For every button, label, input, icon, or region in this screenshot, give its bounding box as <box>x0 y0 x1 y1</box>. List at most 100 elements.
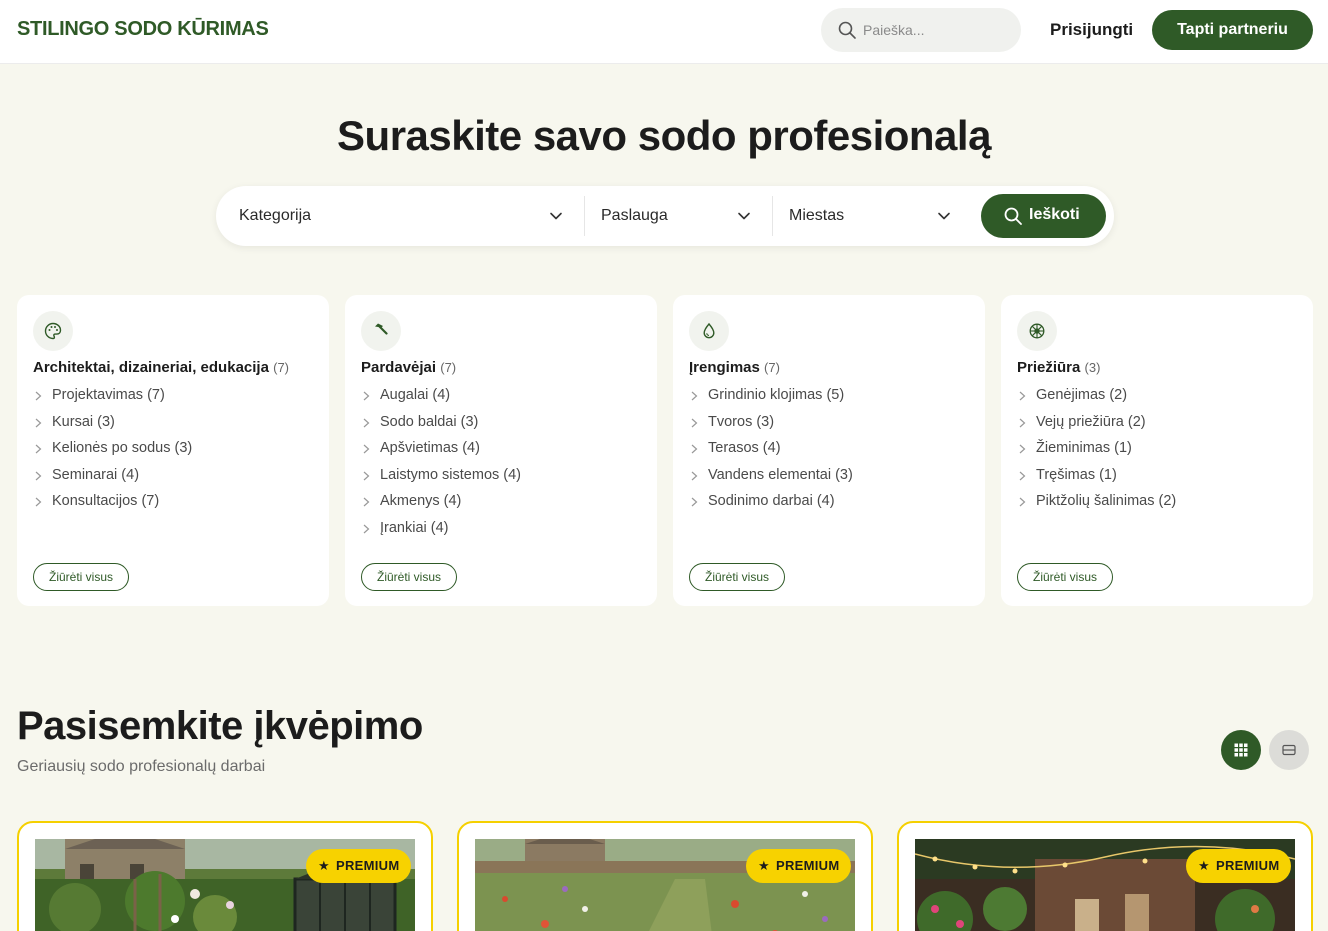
hammer-icon <box>375 323 388 335</box>
subcategory-list: Augalai (4) Sodo baldai (3) Apšvietimas … <box>361 387 521 546</box>
subcategory-label: Genėjimas (2) <box>1036 387 1128 403</box>
category-title-text: Pardavėjai <box>361 359 437 376</box>
chevron-right-icon <box>35 444 42 454</box>
subcategory-label: Kelionės po sodus (3) <box>52 440 193 456</box>
chevron-right-icon <box>1019 418 1026 427</box>
subcategory-item[interactable]: Sodo baldai (3) <box>361 414 521 441</box>
subcategory-label: Grindinio klojimas (5) <box>708 387 845 403</box>
subcategory-label: Konsultacijos (7) <box>52 493 160 509</box>
service-select[interactable]: Paslauga <box>601 196 761 236</box>
chevron-right-icon <box>1019 497 1026 507</box>
chevron-down-icon <box>938 212 950 220</box>
chevron-right-icon <box>691 391 698 401</box>
category-icon-wrap <box>1017 311 1057 351</box>
subcategory-item[interactable]: Genėjimas (2) <box>1017 387 1176 414</box>
category-title[interactable]: Įrengimas (7) <box>689 359 780 376</box>
subcategory-label: Įrankiai (4) <box>380 519 449 536</box>
header-search[interactable] <box>821 8 1021 52</box>
subcategory-label: Laistymo sistemos (4) <box>380 466 522 483</box>
city-select[interactable]: Miestas <box>789 196 959 236</box>
category-title[interactable]: Pardavėjai (7) <box>361 359 456 376</box>
filter-divider <box>584 196 585 236</box>
category-card: Įrengimas (7) Grindinio klojimas (5) Tvo… <box>673 295 985 606</box>
search-button[interactable]: Ieškoti <box>981 194 1106 238</box>
subcategory-label: Apšvietimas (4) <box>380 440 480 456</box>
flower-icon <box>1029 323 1045 339</box>
subcategory-item[interactable]: Vejų priežiūra (2) <box>1017 414 1176 441</box>
subcategory-item[interactable]: Įrankiai (4) <box>361 520 521 547</box>
project-card[interactable]: ★ PREMIUM <box>457 821 873 931</box>
inspiration-title: Pasisemkite įkvėpimo <box>17 704 423 748</box>
subcategory-item[interactable]: Tvoros (3) <box>689 414 853 441</box>
category-select[interactable]: Kategorija <box>239 196 569 236</box>
become-partner-button[interactable]: Tapti partneriu <box>1152 10 1313 50</box>
category-icon-wrap <box>33 311 73 351</box>
subcategory-item[interactable]: Grindinio klojimas (5) <box>689 387 853 414</box>
chevron-right-icon <box>363 497 370 507</box>
subcategory-item[interactable]: Augalai (4) <box>361 387 521 414</box>
subcategory-item[interactable]: Konsultacijos (7) <box>33 493 192 520</box>
subcategory-item[interactable]: Apšvietimas (4) <box>361 440 521 467</box>
category-count: (7) <box>764 360 780 375</box>
premium-badge: ★ PREMIUM <box>746 849 852 883</box>
project-card[interactable]: ★ PREMIUM <box>897 821 1313 931</box>
subcategory-item[interactable]: Terasos (4) <box>689 440 853 467</box>
category-icon-wrap <box>689 311 729 351</box>
subcategory-label: Seminarai (4) <box>52 466 140 483</box>
category-card: Priežiūra (3) Genėjimas (2) Vejų priežiū… <box>1001 295 1313 606</box>
login-link[interactable]: Prisijungti <box>1050 20 1133 40</box>
subcategory-item[interactable]: Kursai (3) <box>33 414 192 441</box>
grid-view-button[interactable] <box>1221 730 1261 770</box>
chevron-right-icon <box>363 391 370 401</box>
top-header: STILINGO SODO KŪRIMAS Prisijungti Tapti … <box>0 0 1328 64</box>
chevron-right-icon <box>35 391 42 401</box>
subcategory-item[interactable]: Laistymo sistemos (4) <box>361 467 521 494</box>
subcategory-item[interactable]: Kelionės po sodus (3) <box>33 440 192 467</box>
subcategory-item[interactable]: Sodinimo darbai (4) <box>689 493 853 520</box>
project-card[interactable]: ★ PREMIUM <box>17 821 433 931</box>
subcategory-item[interactable]: Vandens elementai (3) <box>689 467 853 494</box>
star-icon: ★ <box>758 858 770 873</box>
category-title-text: Architektai, dizaineriai, edukacija <box>33 359 269 376</box>
view-all-button[interactable]: Žiūrėti visus <box>33 563 130 591</box>
chevron-right-icon <box>363 418 370 427</box>
palette-icon <box>44 322 62 340</box>
hero-title: Suraskite savo sodo profesionalą <box>337 112 991 159</box>
subcategory-label: Tvoros (3) <box>708 413 775 430</box>
category-icon-wrap <box>361 311 401 351</box>
view-all-button[interactable]: Žiūrėti visus <box>689 563 786 591</box>
chevron-down-icon <box>738 212 750 220</box>
star-icon: ★ <box>318 858 330 873</box>
list-view-button[interactable] <box>1269 730 1309 770</box>
subcategory-label: Vejų priežiūra (2) <box>1036 413 1146 430</box>
subcategory-item[interactable]: Akmenys (4) <box>361 493 521 520</box>
category-title[interactable]: Architektai, dizaineriai, edukacija (7) <box>33 359 289 376</box>
subcategory-label: Akmenys (4) <box>380 493 462 509</box>
subcategory-label: Sodo baldai (3) <box>380 413 479 430</box>
chevron-right-icon <box>691 497 698 507</box>
premium-badge-label: PREMIUM <box>775 858 840 873</box>
category-title-text: Priežiūra <box>1017 359 1081 376</box>
subcategory-label: Projektavimas (7) <box>52 387 165 403</box>
subcategory-list: Genėjimas (2) Vejų priežiūra (2) Žiemini… <box>1017 387 1176 520</box>
view-all-button[interactable]: Žiūrėti visus <box>1017 563 1114 591</box>
subcategory-item[interactable]: Seminarai (4) <box>33 467 192 494</box>
service-select-label: Paslauga <box>601 207 668 224</box>
search-button-label: Ieškoti <box>1029 206 1080 223</box>
category-title[interactable]: Priežiūra (3) <box>1017 359 1100 376</box>
chevron-right-icon <box>35 418 42 427</box>
subcategory-item[interactable]: Žieminimas (1) <box>1017 440 1176 467</box>
subcategory-item[interactable]: Tręšimas (1) <box>1017 467 1176 494</box>
chevron-right-icon <box>691 418 698 427</box>
search-input[interactable] <box>863 19 1013 41</box>
site-logo[interactable]: STILINGO SODO KŪRIMAS <box>17 18 269 41</box>
view-all-button[interactable]: Žiūrėti visus <box>361 563 458 591</box>
filter-bar: Kategorija Paslauga Miestas Ieškoti <box>216 186 1114 246</box>
subcategory-item[interactable]: Piktžolių šalinimas (2) <box>1017 493 1176 520</box>
category-title-text: Įrengimas <box>689 359 760 376</box>
subcategory-label: Tręšimas (1) <box>1036 466 1117 483</box>
chevron-right-icon <box>1019 444 1026 454</box>
star-icon: ★ <box>1198 858 1210 873</box>
premium-badge-label: PREMIUM <box>1215 858 1280 873</box>
subcategory-item[interactable]: Projektavimas (7) <box>33 387 192 414</box>
